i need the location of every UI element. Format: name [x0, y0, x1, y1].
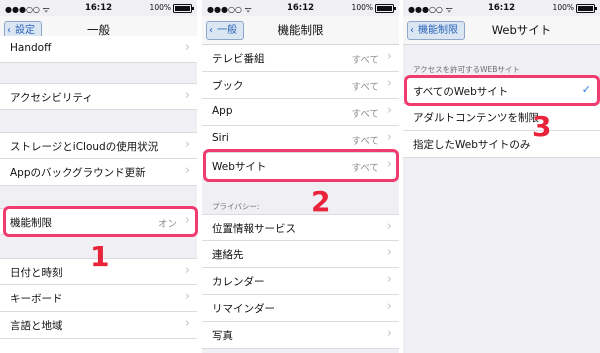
- highlight-restrictions: [3, 206, 198, 237]
- row-label: App: [212, 105, 233, 117]
- row-label: 連絡先: [212, 249, 244, 261]
- status-bar: ●●●○○ ᯤ 16:12 100%: [0, 0, 197, 16]
- row-label: テレビ番組: [212, 53, 265, 65]
- chevron-right-icon: ›: [386, 49, 392, 64]
- row-handoff[interactable]: Handoff ›: [0, 36, 197, 63]
- row-label: ストレージとiCloudの使用状況: [10, 141, 159, 153]
- row-background-refresh[interactable]: Appのバックグラウンド更新 ›: [0, 159, 197, 186]
- status-bar: ●●●○○ ᯤ 16:12 100%: [403, 0, 600, 16]
- row-accessibility[interactable]: アクセシビリティ ›: [0, 83, 197, 110]
- highlight-websites: [203, 149, 399, 182]
- option-label: 指定したWebサイトのみ: [413, 139, 531, 151]
- battery-icon: [173, 4, 194, 13]
- row-label: 写真: [212, 330, 233, 342]
- option-specific-websites[interactable]: 指定したWebサイトのみ: [403, 131, 600, 158]
- row-label: 位置情報サービス: [212, 223, 296, 235]
- row-keyboard[interactable]: キーボード ›: [0, 285, 197, 312]
- nav-bar: ‹ 機能制限 Webサイト: [403, 16, 600, 45]
- row-label: キーボード: [10, 293, 63, 305]
- row-books[interactable]: ブック すべて ›: [202, 72, 399, 99]
- chevron-right-icon: ›: [184, 88, 190, 103]
- row-label: 日付と時刻: [10, 267, 63, 279]
- chevron-right-icon: ›: [184, 163, 190, 178]
- option-limit-adult-content[interactable]: アダルトコンテンツを制限: [403, 104, 600, 131]
- chevron-right-icon: ›: [184, 263, 190, 278]
- row-partial: [0, 339, 197, 353]
- row-label: リマインダー: [212, 303, 275, 315]
- row-value: すべて: [351, 55, 379, 66]
- websites-panel: ●●●○○ ᯤ 16:12 100% ‹ 機能制限 Webサイト アクセスを許可…: [403, 0, 600, 353]
- row-location-services[interactable]: 位置情報サービス ›: [202, 214, 399, 241]
- step-number-2: 2: [311, 185, 331, 218]
- row-contacts[interactable]: 連絡先 ›: [202, 241, 399, 268]
- row-value: すべて: [351, 109, 379, 120]
- step-number-1: 1: [90, 240, 110, 273]
- battery-icon: [576, 4, 597, 13]
- chevron-right-icon: ›: [184, 316, 190, 331]
- chevron-right-icon: ›: [386, 299, 392, 314]
- row-value: すべて: [351, 82, 379, 93]
- row-reminders[interactable]: リマインダー ›: [202, 295, 399, 322]
- chevron-right-icon: ›: [386, 103, 392, 118]
- row-storage-icloud[interactable]: ストレージとiCloudの使用状況 ›: [0, 132, 197, 159]
- row-label: 言語と地域: [10, 320, 63, 332]
- row-tv-shows[interactable]: テレビ番組 すべて ›: [202, 45, 399, 72]
- row-language-region[interactable]: 言語と地域 ›: [0, 312, 197, 339]
- privacy-section-header: プライバシー:: [212, 202, 260, 211]
- status-bar: ●●●○○ ᯤ 16:12 100%: [202, 0, 399, 16]
- battery-percent: 100%: [552, 3, 574, 12]
- highlight-all-websites: [404, 75, 600, 106]
- chevron-right-icon: ›: [386, 76, 392, 91]
- page-title: Webサイト: [491, 23, 552, 37]
- row-label: Siri: [212, 132, 229, 144]
- chevron-right-icon: ›: [184, 40, 190, 55]
- row-label: ブック: [212, 80, 244, 92]
- chevron-right-icon: ›: [386, 272, 392, 287]
- chevron-right-icon: ›: [386, 130, 392, 145]
- nav-bar: ‹ 一般 機能制限: [202, 16, 399, 45]
- general-settings-panel: ●●●○○ ᯤ 16:12 100% ‹ 設定 一般 Handoff › アクセ…: [0, 0, 197, 353]
- step-number-3: 3: [532, 110, 552, 143]
- chevron-right-icon: ›: [386, 326, 392, 341]
- row-label: Handoff: [10, 42, 52, 54]
- page-title: 機能制限: [277, 23, 324, 37]
- chevron-right-icon: ›: [386, 245, 392, 260]
- battery-percent: 100%: [149, 3, 171, 12]
- chevron-right-icon: ›: [184, 289, 190, 304]
- option-label: アダルトコンテンツを制限: [413, 112, 539, 124]
- chevron-left-icon: ‹: [410, 25, 414, 36]
- battery-icon: [375, 4, 396, 13]
- row-app[interactable]: App すべて ›: [202, 99, 399, 126]
- chevron-right-icon: ›: [386, 219, 392, 234]
- chevron-right-icon: ›: [184, 137, 190, 152]
- row-label: アクセシビリティ: [10, 92, 93, 104]
- row-label: カレンダー: [212, 276, 265, 288]
- row-value: すべて: [351, 136, 379, 147]
- row-photos[interactable]: 写真 ›: [202, 322, 399, 349]
- allowed-websites-header: アクセスを許可するWEBサイト: [413, 65, 520, 74]
- row-calendars[interactable]: カレンダー ›: [202, 268, 399, 295]
- battery-percent: 100%: [351, 3, 373, 12]
- row-label: Appのバックグラウンド更新: [10, 167, 146, 179]
